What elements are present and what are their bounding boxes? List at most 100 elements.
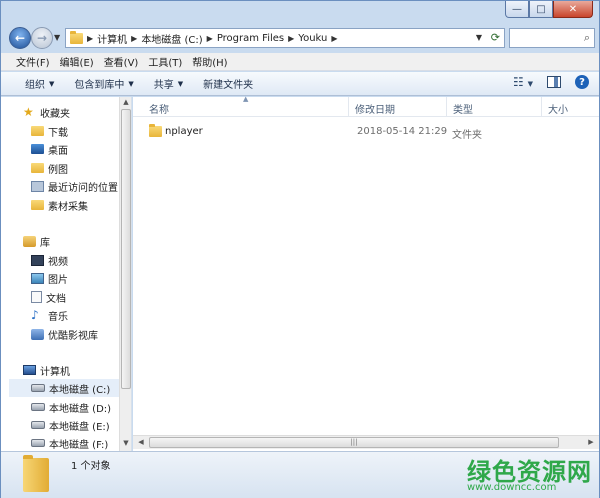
sort-indicator-icon: ▲	[243, 95, 249, 103]
chevron-right-icon[interactable]: ▶	[288, 34, 294, 43]
column-header-date[interactable]: 修改日期	[355, 101, 395, 116]
menu-help[interactable]: 帮助(H)	[187, 54, 232, 69]
nav-item-materials[interactable]: 素材采集	[31, 196, 88, 214]
preview-pane-icon[interactable]	[547, 76, 561, 88]
column-divider[interactable]	[541, 97, 542, 117]
star-icon: ★	[23, 105, 34, 119]
column-header-size[interactable]: 大小	[548, 101, 568, 116]
chevron-right-icon[interactable]: ▶	[87, 34, 93, 43]
search-icon[interactable]: ⌕	[584, 31, 590, 45]
horizontal-scroll-thumb[interactable]: |||	[149, 437, 559, 448]
organize-button[interactable]: 组织 ▼	[15, 76, 64, 92]
chevron-right-icon[interactable]: ▶	[331, 34, 337, 43]
nav-item-drive-f[interactable]: 本地磁盘 (F:)	[31, 434, 108, 451]
new-folder-button[interactable]: 新建文件夹	[193, 76, 263, 91]
scroll-right-icon[interactable]: ▶	[585, 438, 597, 446]
help-icon[interactable]: ?	[575, 75, 589, 89]
breadcrumb-drive-c[interactable]: 本地磁盘 (C:)	[141, 31, 202, 46]
nav-item-drive-e[interactable]: 本地磁盘 (E:)	[31, 416, 110, 434]
drive-icon	[31, 421, 45, 429]
details-pane: 1 个对象 绿色资源网 www.downcc.com	[1, 451, 599, 498]
include-library-label: 包含到库中	[74, 80, 125, 91]
nav-item-music[interactable]: ♪ 音乐	[31, 306, 68, 324]
address-bar[interactable]: ▶ 计算机 ▶ 本地磁盘 (C:) ▶ Program Files ▶ Youk…	[65, 28, 505, 48]
maximize-button[interactable]: □	[529, 1, 553, 18]
include-in-library-button[interactable]: 包含到库中 ▼	[64, 76, 143, 92]
nav-item-youku-library[interactable]: 优酷影视库	[31, 325, 98, 343]
organize-label: 组织	[25, 80, 45, 91]
nav-label: 素材采集	[48, 201, 88, 213]
navigation-row: ← → ▼ ▶ 计算机 ▶ 本地磁盘 (C:) ▶ Program Files …	[7, 25, 595, 51]
toolbar-right: ☷ ▼ ?	[513, 75, 589, 89]
navigation-pane: ★ 收藏夹 下载 桌面 例图 最近访问的位置 素材采集 库 视频 图片 文档 ♪…	[1, 97, 132, 451]
menu-bar: 文件(F) 编辑(E) 查看(V) 工具(T) 帮助(H)	[1, 53, 599, 71]
nav-label: 桌面	[48, 145, 68, 157]
youku-library-icon	[31, 328, 44, 340]
command-toolbar: 组织 ▼ 包含到库中 ▼ 共享 ▼ 新建文件夹 ☷ ▼ ?	[1, 72, 599, 96]
nav-libraries[interactable]: 库	[23, 232, 50, 250]
back-button[interactable]: ←	[9, 27, 31, 49]
nav-item-documents[interactable]: 文档	[31, 288, 66, 306]
chevron-down-icon: ▼	[49, 79, 55, 88]
recent-pages-dropdown[interactable]: ▼	[54, 33, 60, 42]
nav-computer[interactable]: 计算机	[23, 361, 70, 379]
nav-label: 本地磁盘 (F:)	[49, 439, 109, 451]
breadcrumb-youku[interactable]: Youku	[298, 33, 327, 44]
chevron-down-icon: ▼	[177, 79, 184, 88]
refresh-icon[interactable]: ⟳	[491, 31, 500, 44]
forward-button[interactable]: →	[31, 27, 53, 49]
folder-icon	[31, 200, 44, 210]
nav-item-drive-c[interactable]: 本地磁盘 (C:)	[9, 379, 119, 397]
view-options-icon[interactable]: ☷ ▼	[513, 75, 533, 89]
nav-item-pictures[interactable]: 图片	[31, 269, 68, 287]
scroll-up-icon[interactable]: ▲	[120, 98, 131, 106]
picture-library-icon	[31, 272, 44, 284]
nav-item-recent-places[interactable]: 最近访问的位置	[31, 177, 118, 195]
nav-item-drive-d[interactable]: 本地磁盘 (D:)	[31, 398, 111, 416]
nav-label: 最近访问的位置	[48, 182, 118, 194]
file-list-pane: ▲ 名称 修改日期 类型 大小 nplayer 2018-05-14 21:29…	[133, 95, 599, 451]
nav-scroll-thumb[interactable]	[121, 109, 131, 389]
large-folder-icon	[23, 455, 49, 492]
download-folder-icon	[31, 126, 44, 136]
menu-tools[interactable]: 工具(T)	[143, 54, 187, 69]
column-header-type[interactable]: 类型	[453, 101, 473, 116]
menu-edit[interactable]: 编辑(E)	[55, 54, 99, 69]
nav-label: 本地磁盘 (C:)	[49, 384, 111, 396]
nav-label: 计算机	[40, 366, 70, 378]
menu-view[interactable]: 查看(V)	[99, 54, 144, 69]
scroll-down-icon[interactable]: ▼	[120, 439, 131, 447]
scroll-left-icon[interactable]: ◀	[135, 438, 147, 446]
file-name: nplayer	[165, 126, 203, 137]
column-divider[interactable]	[446, 97, 447, 117]
chevron-right-icon[interactable]: ▶	[207, 34, 213, 43]
column-divider[interactable]	[348, 97, 349, 117]
nav-item-examples[interactable]: 例图	[31, 159, 68, 177]
horizontal-scrollbar[interactable]: ◀ ||| ▶	[133, 435, 599, 449]
item-count: 1 个对象	[71, 461, 111, 472]
close-button[interactable]: ✕	[553, 1, 593, 18]
document-library-icon	[31, 291, 42, 303]
column-header-name[interactable]: 名称	[149, 101, 169, 116]
nav-item-downloads[interactable]: 下载	[31, 122, 68, 140]
nav-label: 图片	[48, 274, 68, 286]
nav-item-videos[interactable]: 视频	[31, 251, 68, 269]
table-row[interactable]: nplayer 2018-05-14 21:29 文件夹	[143, 123, 593, 141]
breadcrumb-computer[interactable]: 计算机	[97, 31, 127, 46]
breadcrumb-program-files[interactable]: Program Files	[217, 33, 284, 44]
address-dropdown-icon[interactable]: ▼	[476, 33, 482, 42]
watermark-url: www.downcc.com	[467, 482, 557, 493]
menu-file[interactable]: 文件(F)	[11, 54, 55, 69]
nav-label: 下载	[48, 127, 68, 139]
minimize-button[interactable]: —	[505, 1, 529, 18]
search-input[interactable]: ⌕	[509, 28, 595, 48]
nav-pane-scrollbar[interactable]: ▲ ▼	[119, 97, 131, 451]
chevron-right-icon[interactable]: ▶	[131, 34, 137, 43]
share-button[interactable]: 共享 ▼	[144, 76, 193, 92]
nav-item-desktop[interactable]: 桌面	[31, 140, 68, 158]
drive-icon	[31, 384, 45, 392]
drive-icon	[31, 403, 45, 411]
file-type: 文件夹	[452, 130, 482, 141]
nav-favorites[interactable]: ★ 收藏夹	[23, 103, 70, 121]
computer-icon	[23, 365, 36, 375]
